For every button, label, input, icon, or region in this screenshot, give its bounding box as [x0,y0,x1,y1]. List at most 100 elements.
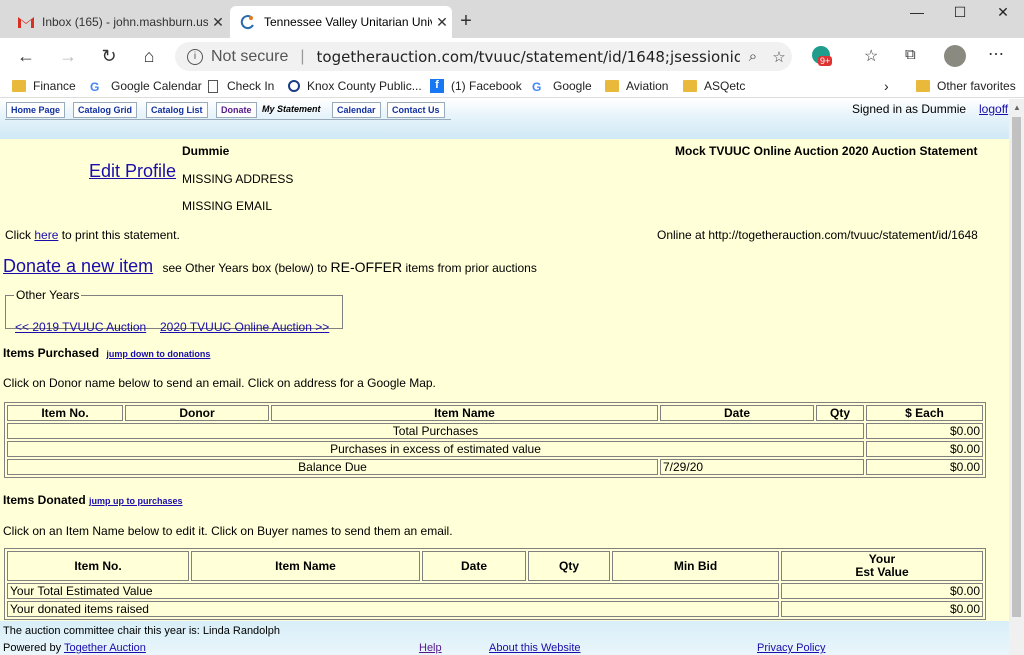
scroll-up-icon[interactable]: ▲ [1013,103,1021,112]
refresh-button[interactable]: ↻ [97,44,121,68]
back-button[interactable]: ← [14,44,38,68]
bookmark-asqetc[interactable]: ASQetc [683,77,745,95]
nav-calendar[interactable]: Calendar [332,102,381,118]
prev-year-link[interactable]: << 2019 TVUUC Auction [15,320,146,334]
col-est-value: Your Est Value [781,551,983,581]
tab-strip: Inbox (165) - john.mashburn.us@ ✕ Tennes… [0,0,1024,38]
bookmark-google[interactable]: G Google [532,77,592,95]
site-nav: Home Page Catalog Grid Catalog List Dona… [0,99,1009,139]
table-row: Balance Due 7/29/20 $0.00 [7,459,983,475]
donor-address: MISSING ADDRESS [182,172,294,186]
bookmark-facebook[interactable]: f (1) Facebook [430,77,522,95]
bookmark-knox-county[interactable]: Knox County Public... [288,77,422,95]
donor-email: MISSING EMAIL [182,199,273,213]
close-icon[interactable]: ✕ [208,14,228,31]
nav-catalog-list[interactable]: Catalog List [146,102,208,118]
print-prefix: Click [5,228,31,242]
home-button[interactable]: ⌂ [137,44,161,68]
next-year-link[interactable]: 2020 TVUUC Online Auction >> [160,320,329,334]
col-item-name: Item Name [271,405,658,421]
excess-value: $0.00 [866,441,983,457]
print-suffix: to print this statement. [61,228,180,242]
table-header-row: Item No. Item Name Date Qty Min Bid Your… [7,551,983,581]
close-window-button[interactable]: ✕ [988,4,1018,21]
more-icon[interactable]: ⋯ [988,44,1004,64]
maximize-button[interactable]: ☐ [945,4,975,21]
forward-button[interactable]: → [56,44,80,68]
about-link[interactable]: About this Website [489,642,581,654]
bookmark-label: Google [553,79,592,93]
balance-date: 7/29/20 [660,459,864,475]
jump-donations-link[interactable]: jump down to donations [106,349,210,359]
table-row: Total Purchases $0.00 [7,423,983,439]
nav-catalog-grid[interactable]: Catalog Grid [73,102,138,118]
address-bar[interactable]: i Not secure | togetherauction.com/tvuuc… [175,42,792,71]
col-qty: Qty [528,551,610,581]
bookmark-aviation[interactable]: Aviation [605,77,668,95]
logoff-link[interactable]: logoff [979,102,1008,116]
bookmark-label: Google Calendar [111,79,202,93]
purchased-heading: Items Purchased [3,346,100,360]
folder-icon [683,80,697,92]
donate-new-item-link[interactable]: Donate a new item [3,256,153,276]
print-line: Click here to print this statement. [5,228,180,242]
new-tab-button[interactable]: + [456,10,476,33]
collections-icon[interactable]: ⧉ [905,46,916,63]
bookmark-label: Check In [227,79,275,93]
table-row: Purchases in excess of estimated value $… [7,441,983,457]
nav-donate[interactable]: Donate [216,102,257,118]
other-years-legend: Other Years [16,288,80,302]
purchased-instructions: Click on Donor name below to send an ema… [3,376,436,390]
tab-gmail[interactable]: Inbox (165) - john.mashburn.us@ ✕ [8,6,228,38]
donate-text-a: see Other Years box (below) to [162,261,328,275]
raised-value: $0.00 [781,601,983,617]
donate-text-b: RE-OFFER [330,259,403,275]
vertical-scrollbar[interactable]: ▲ [1009,99,1024,655]
col-item-no: Item No. [7,405,123,421]
print-here-link[interactable]: here [34,228,58,242]
security-label: Not secure [211,47,289,65]
together-auction-link[interactable]: Together Auction [64,642,146,654]
bookmark-check-in[interactable]: Check In [208,77,274,95]
total-purchases-value: $0.00 [866,423,983,439]
bookmark-label: Aviation [626,79,669,93]
circle-icon [288,80,300,92]
notification-badge: 9+ [818,56,833,66]
privacy-policy-link[interactable]: Privacy Policy [757,642,825,654]
close-icon[interactable]: ✕ [432,14,452,31]
statement-title: Mock TVUUC Online Auction 2020 Auction S… [675,144,978,158]
chevron-right-icon[interactable]: › [884,77,889,95]
scrollbar-thumb[interactable] [1012,117,1021,617]
nav-home-page[interactable]: Home Page [6,102,66,118]
bookmark-label: Other favorites [937,79,1016,93]
star-icon[interactable]: ☆ [766,48,792,66]
balance-label: Balance Due [7,459,658,475]
donated-heading: Items Donated [3,493,86,507]
tab-auction[interactable]: Tennessee Valley Unitarian Unive ✕ [230,6,452,38]
help-link[interactable]: Help [419,642,442,654]
bookmark-finance[interactable]: Finance [12,77,76,95]
nav-contact-us[interactable]: Contact Us [387,102,445,118]
zoom-icon[interactable]: ⌕ [740,48,766,65]
jump-purchases-link[interactable]: jump up to purchases [89,496,183,506]
nav-underline [5,119,451,120]
avatar[interactable] [944,45,966,67]
folder-icon [916,80,930,92]
col-donor: Donor [125,405,269,421]
raised-label: Your donated items raised [7,601,779,617]
edit-profile-link[interactable]: Edit Profile [89,161,176,182]
info-icon[interactable]: i [187,48,203,65]
address-row: ← → ↻ ⌂ i Not secure | togetherauction.c… [0,38,1024,74]
auction-icon [240,14,256,30]
purchased-heading-line: Items Purchased jump down to donations [3,346,210,360]
favorites-icon[interactable]: ☆ [864,46,878,66]
nav-my-statement: My Statement [262,104,321,114]
browser-window: Inbox (165) - john.mashburn.us@ ✕ Tennes… [0,0,1024,655]
minimize-button[interactable]: — [902,4,932,20]
google-icon: G [532,80,542,94]
bookmark-label: Finance [33,79,76,93]
bookmark-google-calendar[interactable]: G Google Calendar [90,77,202,95]
url-text[interactable]: togetherauction.com/tvuuc/statement/id/1… [317,48,740,66]
bookmark-other-favorites[interactable]: Other favorites [916,77,1016,95]
excess-label: Purchases in excess of estimated value [7,441,864,457]
